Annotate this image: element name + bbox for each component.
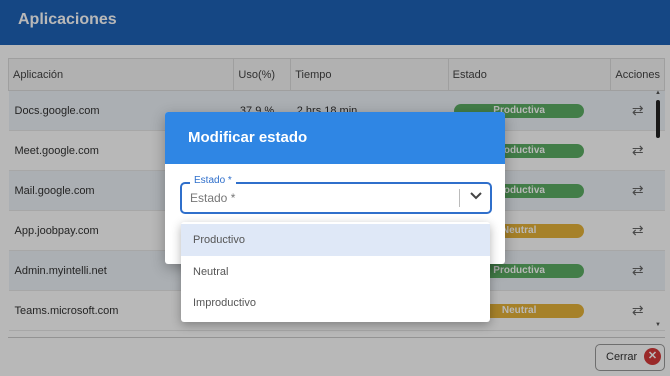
select-separator: [459, 189, 460, 207]
status-field-value: Estado *: [190, 191, 236, 205]
dialog-title: Modificar estado: [188, 129, 308, 146]
dialog-header: Modificar estado: [165, 112, 505, 164]
status-field-label: Estado *: [190, 175, 236, 186]
option-productivo[interactable]: Productivo: [181, 224, 490, 256]
chevron-down-icon[interactable]: [469, 188, 483, 202]
status-options-menu: Productivo Neutral Improductivo: [181, 222, 490, 322]
status-select[interactable]: Estado * Estado *: [180, 175, 492, 214]
option-neutral[interactable]: Neutral: [181, 256, 490, 288]
option-improductivo[interactable]: Improductivo: [181, 287, 490, 319]
